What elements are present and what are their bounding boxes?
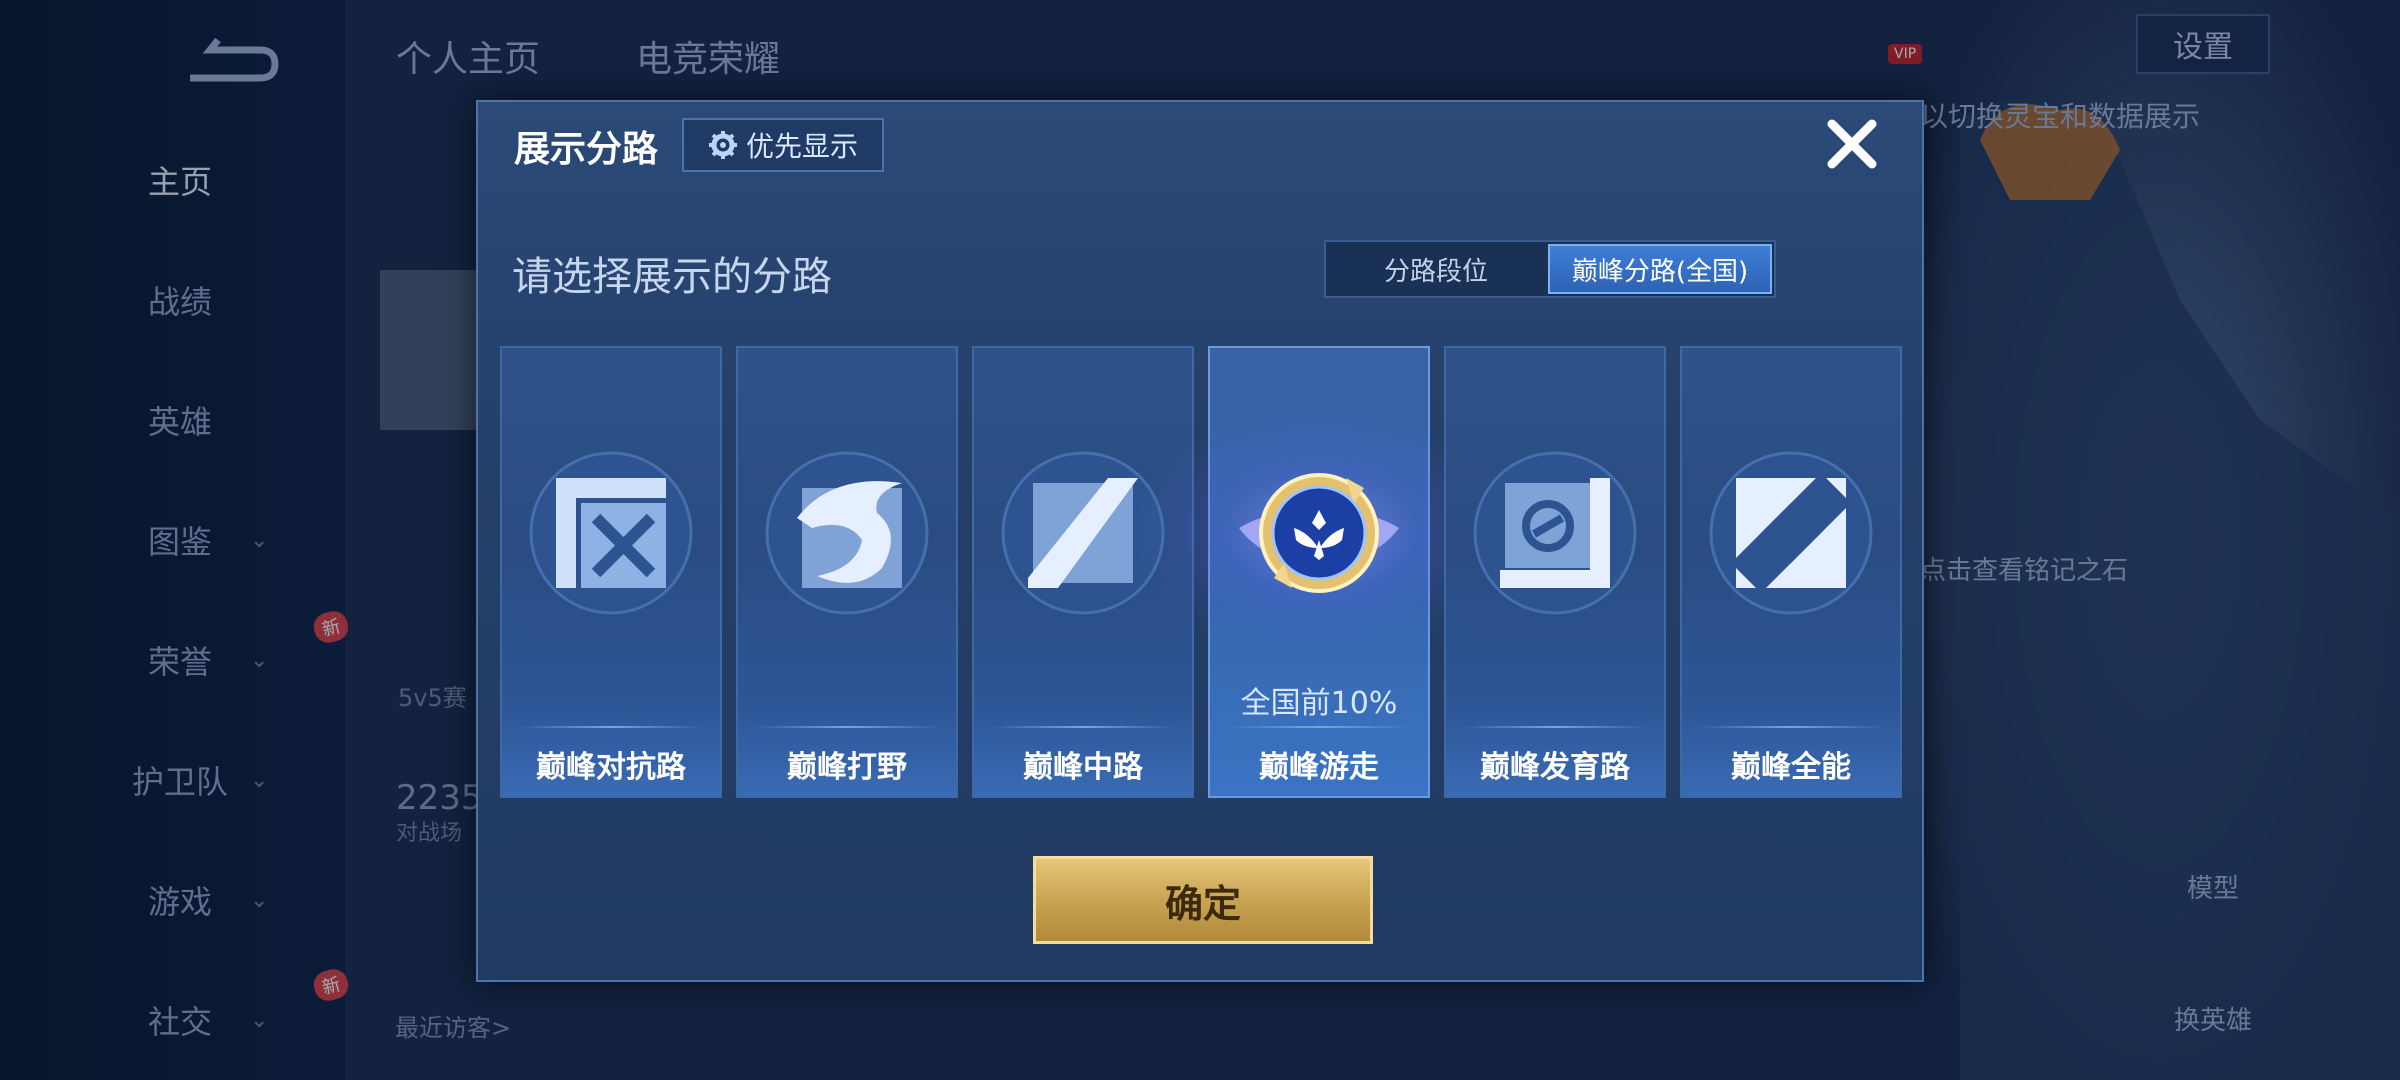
card-divider (754, 726, 940, 728)
priority-display-button[interactable]: 优先显示 (682, 118, 884, 172)
jungle-dragon-icon (765, 451, 929, 615)
dialog-title: 展示分路 (514, 129, 659, 170)
lane-card-label: 巅峰游走 (1259, 750, 1379, 785)
lane-card-all-round[interactable]: 巅峰全能 (1680, 346, 1902, 798)
card-divider (1462, 726, 1648, 728)
clash-lane-icon (529, 451, 693, 615)
lane-card-list: 巅峰对抗路 巅峰打野 巅峰中路 全国前10% 巅峰游走 巅峰发育路 巅峰全能 (500, 346, 1902, 798)
lane-card-jungle[interactable]: 巅峰打野 (736, 346, 958, 798)
lane-card-label: 巅峰打野 (787, 750, 907, 785)
national-rank-text: 全国前10% (1240, 686, 1398, 721)
lane-card-farm[interactable]: 巅峰发育路 (1444, 346, 1666, 798)
segment-peak-lane-national[interactable]: 巅峰分路(全国) (1548, 244, 1772, 294)
close-icon[interactable] (1822, 114, 1882, 174)
roaming-winged-badge-icon (1239, 473, 1399, 593)
card-divider (990, 726, 1176, 728)
all-round-icon (1709, 451, 1873, 615)
segment-lane-rank[interactable]: 分路段位 (1326, 242, 1546, 296)
lane-card-label: 巅峰全能 (1731, 750, 1851, 785)
lane-card-clash[interactable]: 巅峰对抗路 (500, 346, 722, 798)
select-lane-prompt: 请选择展示的分路 (512, 254, 832, 300)
priority-display-label: 优先显示 (745, 130, 858, 163)
lane-display-dialog: 展示分路 优先显示 请选择展示的分路 分路段位 巅峰分路(全国) 巅峰对抗路 巅… (476, 100, 1924, 982)
lane-card-label: 巅峰发育路 (1480, 750, 1630, 785)
card-divider (1698, 726, 1884, 728)
gear-icon (708, 131, 737, 159)
card-divider (1226, 726, 1412, 728)
lane-mode-segmented-control: 分路段位 巅峰分路(全国) (1324, 240, 1776, 298)
card-divider (518, 726, 704, 728)
lane-card-label: 巅峰对抗路 (536, 750, 686, 785)
lane-card-roam[interactable]: 全国前10% 巅峰游走 (1130, 346, 1510, 798)
lane-card-label: 巅峰中路 (1023, 750, 1143, 785)
confirm-button[interactable]: 确定 (1033, 856, 1373, 944)
farm-lane-icon (1473, 451, 1637, 615)
